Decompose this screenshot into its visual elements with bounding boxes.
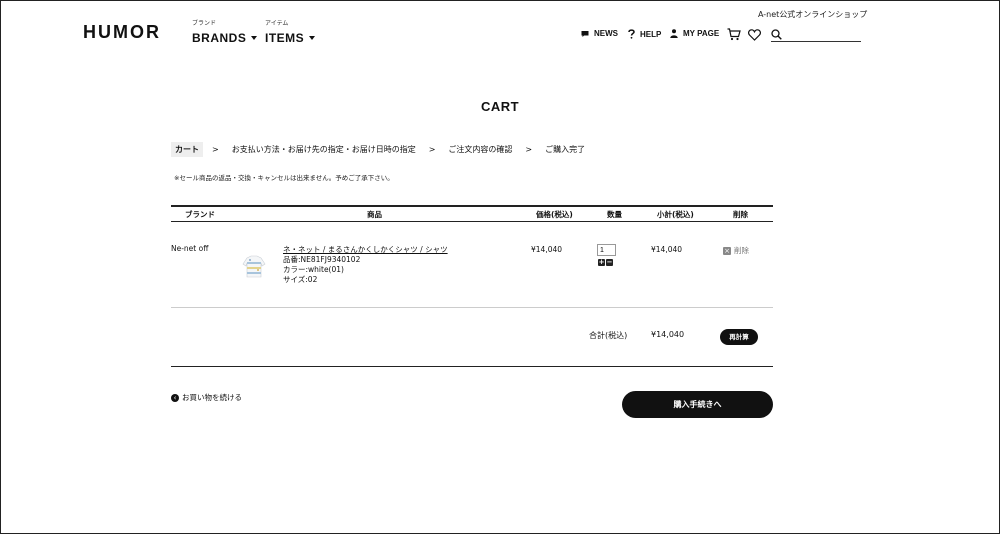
continue-shopping-link[interactable]: ‹ お買い物を続ける: [171, 392, 242, 403]
checkout-steps: カート > お支払い方法・お届け先の指定・お届け日時の指定 > ご注文内容の確認…: [171, 142, 589, 157]
shop-label: A-net公式オンラインショップ: [758, 10, 868, 19]
table-bottom-border: [171, 366, 773, 367]
user-icon: [670, 29, 678, 38]
header-qty: 数量: [607, 210, 622, 219]
header-delete: 削除: [733, 210, 748, 219]
table-header-border: [171, 221, 773, 222]
step-confirm: ご注文内容の確認: [448, 145, 513, 154]
cart-icon[interactable]: [727, 28, 741, 41]
nav-items-sublabel: アイテム: [265, 20, 289, 27]
close-icon: ×: [723, 246, 731, 255]
question-icon: [628, 29, 635, 39]
header-product: 商品: [367, 210, 382, 219]
table-top-border: [171, 205, 773, 207]
search-icon[interactable]: [771, 29, 782, 40]
chevron-left-icon: ‹: [171, 393, 179, 402]
heart-icon[interactable]: [748, 29, 761, 41]
recalculate-button[interactable]: 再計算: [720, 329, 758, 345]
header-subtotal: 小計(税込): [657, 210, 694, 219]
row-divider: [171, 307, 773, 308]
sale-notice: ※セール商品の返品・交換・キャンセルは出来ません。予めご了承下さい。: [174, 174, 394, 182]
header-price: 価格(税込): [536, 210, 573, 219]
search-input[interactable]: [785, 28, 859, 41]
page-title: CART: [480, 99, 520, 114]
continue-shopping-label: お買い物を続ける: [182, 393, 242, 402]
product-thumbnail[interactable]: [238, 250, 270, 282]
nav-items-menu[interactable]: アイテム ITEMS: [265, 20, 316, 46]
caret-down-icon: [309, 35, 316, 40]
nav-brands-label: BRANDS: [192, 31, 247, 45]
total-value: ¥14,040: [651, 330, 685, 339]
plus-icon[interactable]: +: [598, 259, 605, 266]
step-payment-delivery: お支払い方法・お届け先の指定・お届け日時の指定: [231, 145, 416, 154]
total-label: 合計(税込): [589, 331, 628, 340]
caret-down-icon: [251, 35, 258, 40]
page-frame: [0, 0, 1000, 534]
product-size: サイズ:02: [283, 275, 318, 284]
step-separator: >: [212, 145, 219, 154]
step-cart: カート: [171, 142, 203, 157]
header-brand: ブランド: [185, 210, 215, 219]
step-separator: >: [525, 145, 533, 154]
nav-items-label: ITEMS: [265, 31, 305, 45]
step-separator: >: [428, 145, 436, 154]
chat-bubble-icon: [581, 30, 589, 37]
step-complete: ご購入完了: [545, 145, 586, 154]
site-logo[interactable]: HUMOR: [83, 22, 161, 43]
mypage-link[interactable]: MY PAGE: [670, 29, 719, 38]
news-label: NEWS: [594, 29, 618, 38]
mypage-label: MY PAGE: [683, 29, 720, 38]
delete-label: 削除: [734, 246, 749, 255]
delete-button[interactable]: × 削除: [723, 245, 749, 256]
nav-brands-menu[interactable]: ブランド BRANDS: [192, 20, 258, 46]
help-label: HELP: [640, 29, 662, 39]
quantity-input[interactable]: [597, 244, 616, 256]
search-box: [771, 28, 861, 42]
minus-icon[interactable]: −: [606, 259, 613, 266]
checkout-button[interactable]: 購入手続きへ: [622, 391, 773, 418]
row-subtotal: ¥14,040: [651, 245, 683, 254]
nav-brands-sublabel: ブランド: [192, 20, 217, 27]
row-brand: Ne-net off: [171, 244, 209, 253]
news-link[interactable]: NEWS: [581, 29, 618, 38]
row-price: ¥14,040: [531, 245, 563, 254]
help-link[interactable]: HELP: [628, 29, 661, 39]
